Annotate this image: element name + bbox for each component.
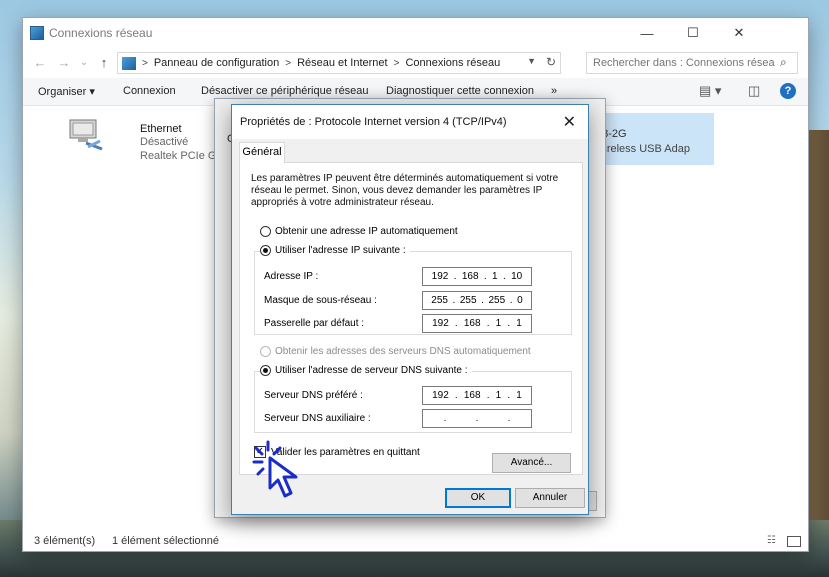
selection-count: 1 élément sélectionné: [112, 535, 220, 547]
octet: 168: [461, 271, 479, 282]
radio-indicator: [260, 245, 271, 256]
control-panel-icon: [122, 56, 136, 70]
breadcrumb-chevron-icon: >: [285, 57, 292, 69]
octet: 192: [431, 271, 449, 282]
radio-auto-dns[interactable]: Obtenir les adresses des serveurs DNS au…: [260, 346, 531, 357]
connection-status: Désactivé: [140, 136, 189, 148]
breadcrumb-item[interactable]: Connexions réseau: [405, 57, 500, 69]
gateway-field[interactable]: 192. 168. 1. 1: [422, 314, 532, 333]
address-field[interactable]: > Panneau de configuration > Réseau et I…: [117, 52, 561, 74]
back-arrow-icon[interactable]: ←: [31, 54, 49, 72]
item-count: 3 élément(s): [34, 535, 96, 547]
status-bar: 3 élément(s) 1 élément sélectionné ☷: [23, 530, 808, 552]
organiser-menu[interactable]: Organiser ▾: [38, 85, 95, 98]
cancel-button[interactable]: Annuler: [515, 488, 585, 508]
general-panel: Les paramètres IP peuvent être déterminé…: [239, 162, 583, 475]
click-cursor-icon: [252, 440, 298, 498]
ip-address-field[interactable]: 192. 168. 1. 10: [422, 267, 532, 286]
radio-label: Obtenir les adresses des serveurs DNS au…: [275, 346, 531, 357]
refresh-icon[interactable]: ↻: [546, 55, 556, 69]
breadcrumb-item[interactable]: Réseau et Internet: [297, 57, 388, 69]
octet: 1: [492, 271, 498, 282]
address-dropdown-icon[interactable]: ▼: [527, 56, 536, 66]
up-arrow-icon[interactable]: ↑: [95, 54, 113, 72]
ip-address-label: Adresse IP :: [264, 271, 319, 282]
octet: 1: [516, 390, 522, 401]
octet: 255: [431, 295, 448, 306]
connection-device: Wireless USB Adap: [594, 143, 690, 155]
alternate-dns-label: Serveur DNS auxiliaire :: [264, 413, 371, 424]
preferred-dns-field[interactable]: 192. 168. 1. 1: [422, 386, 532, 405]
octet-separator: .: [507, 413, 511, 424]
dialog-title-bar: Propriétés de : Protocole Internet versi…: [232, 105, 588, 139]
large-icons-view-icon[interactable]: [787, 536, 801, 547]
connexion-button[interactable]: Connexion: [123, 85, 176, 97]
octet: 192: [432, 390, 449, 401]
octet: 0: [517, 295, 523, 306]
octet: 1: [516, 318, 522, 329]
maximize-button[interactable]: ☐: [670, 18, 716, 48]
search-input[interactable]: [586, 52, 798, 74]
radio-label: Utiliser l'adresse de serveur DNS suivan…: [275, 365, 468, 376]
octet: 255: [488, 295, 506, 306]
gateway-label: Passerelle par défaut :: [264, 318, 365, 329]
radio-label: Obtenir une adresse IP automatiquement: [275, 226, 458, 237]
ok-button[interactable]: OK: [445, 488, 511, 508]
radio-static-dns[interactable]: Utiliser l'adresse de serveur DNS suivan…: [260, 365, 472, 376]
octet: 168: [463, 318, 481, 329]
radio-indicator: [260, 346, 271, 357]
minimize-button[interactable]: —: [624, 18, 670, 48]
help-icon[interactable]: ?: [780, 83, 796, 99]
address-bar-row: ← → ⌄ ↑ > Panneau de configuration > Rés…: [23, 48, 808, 78]
subnet-mask-field[interactable]: 255. 255. 255. 0: [422, 291, 532, 310]
alternate-dns-field[interactable]: ...: [422, 409, 532, 428]
tab-general[interactable]: Général: [239, 142, 285, 163]
details-view-icon[interactable]: ☷: [767, 535, 776, 546]
network-adapter-icon: [69, 119, 103, 151]
radio-indicator: [260, 365, 271, 376]
search-icon[interactable]: ⌕: [780, 55, 787, 70]
dialog-title: Propriétés de : Protocole Internet versi…: [240, 116, 507, 128]
breadcrumb-chevron-icon: >: [393, 57, 400, 69]
octet: 255: [459, 295, 477, 306]
radio-auto-ip[interactable]: Obtenir une adresse IP automatiquement: [260, 226, 458, 237]
change-view-icon[interactable]: ▤ ▾: [699, 83, 721, 99]
octet: 10: [511, 271, 523, 282]
more-commands-button[interactable]: »: [551, 85, 557, 97]
close-window-button[interactable]: ✕: [716, 18, 762, 48]
preview-pane-icon[interactable]: ◫: [748, 83, 760, 99]
breadcrumb-item[interactable]: Panneau de configuration: [154, 57, 279, 69]
octet-separator: .: [475, 413, 479, 424]
network-connections-icon: [30, 26, 44, 40]
close-dialog-button[interactable]: ✕: [563, 112, 576, 132]
octet: 192: [432, 318, 449, 329]
window-title: Connexions réseau: [49, 26, 153, 40]
connection-name: Ethernet: [140, 123, 182, 135]
title-bar: Connexions réseau — ☐ ✕: [23, 18, 808, 48]
breadcrumb-chevron-icon: >: [142, 57, 148, 69]
radio-label: Utiliser l'adresse IP suivante :: [275, 245, 406, 256]
octet-separator: .: [443, 413, 447, 424]
intro-text: Les paramètres IP peuvent être déterminé…: [251, 173, 559, 208]
octet: 1: [495, 390, 502, 401]
radio-indicator: [260, 226, 271, 237]
diagnose-connection-button[interactable]: Diagnostiquer cette connexion: [386, 85, 534, 97]
radio-static-ip[interactable]: Utiliser l'adresse IP suivante :: [260, 245, 410, 256]
octet: 168: [463, 390, 481, 401]
recent-locations-icon[interactable]: ⌄: [75, 54, 93, 72]
disable-device-button[interactable]: Désactiver ce périphérique réseau: [201, 85, 369, 97]
forward-arrow-icon[interactable]: →: [55, 54, 73, 72]
octet: 1: [495, 318, 502, 329]
subnet-mask-label: Masque de sous-réseau :: [264, 295, 377, 306]
preferred-dns-label: Serveur DNS préféré :: [264, 390, 363, 401]
advanced-button[interactable]: Avancé...: [492, 453, 571, 473]
